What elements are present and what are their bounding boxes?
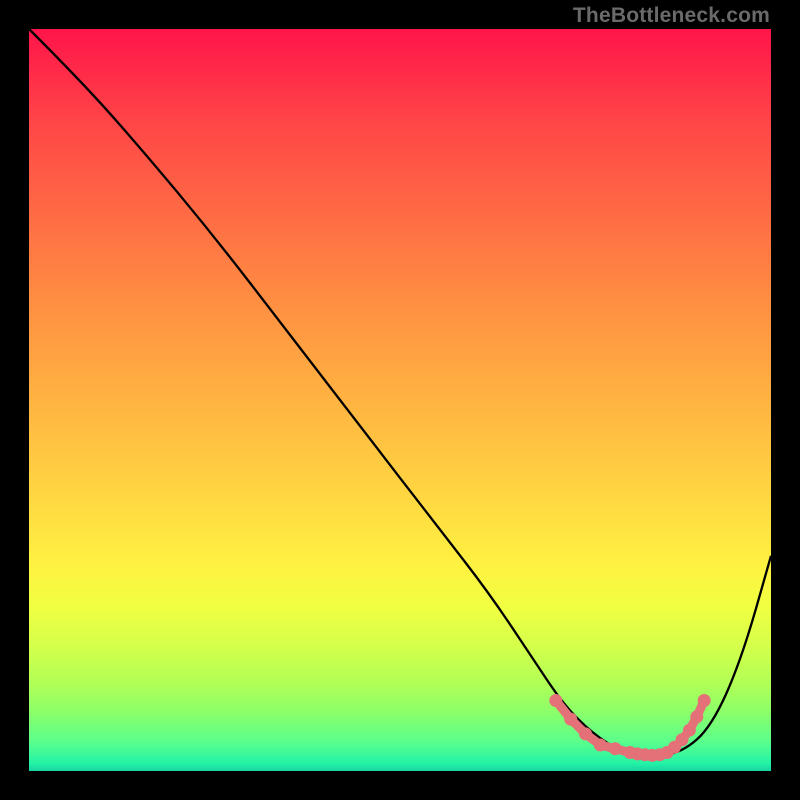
- marker-dot: [683, 724, 696, 737]
- watermark-text: TheBottleneck.com: [573, 4, 770, 28]
- marker-dot: [698, 694, 711, 707]
- optimal-zone-markers: [549, 694, 710, 762]
- marker-dot: [564, 713, 577, 726]
- marker-dot: [549, 694, 562, 707]
- chart-container: TheBottleneck.com: [0, 0, 800, 800]
- chart-svg: [29, 29, 771, 771]
- marker-dot: [690, 710, 703, 723]
- marker-dot: [579, 727, 592, 740]
- marker-dot: [594, 739, 607, 752]
- marker-dot: [609, 742, 622, 755]
- curve-line: [29, 29, 771, 755]
